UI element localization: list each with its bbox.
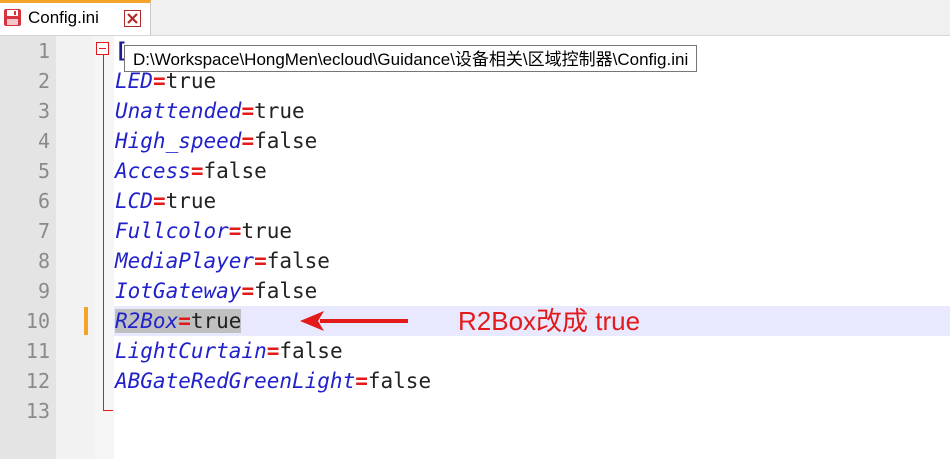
- config-value: false: [203, 159, 267, 183]
- fold-end: [103, 410, 113, 411]
- line-number: 11: [25, 339, 50, 363]
- code-line[interactable]: Access=false: [115, 156, 267, 186]
- config-key: LCD: [115, 189, 153, 213]
- line-number: 1: [37, 39, 50, 63]
- code-line[interactable]: Fullcolor=true: [115, 216, 292, 246]
- code-line[interactable]: LCD=true: [115, 186, 216, 216]
- tab-config-ini[interactable]: Config.ini: [0, 0, 151, 35]
- config-value: false: [367, 369, 432, 393]
- line-number: 5: [37, 159, 50, 183]
- code-line[interactable]: LightCurtain=false: [115, 336, 343, 366]
- line-number: 8: [37, 249, 50, 273]
- file-path-tooltip: D:\Workspace\HongMen\ecloud\Guidance\设备相…: [124, 45, 698, 72]
- equals-sign: =: [178, 309, 191, 333]
- config-value: false: [266, 249, 330, 273]
- config-value: true: [241, 219, 293, 243]
- fold-minus-icon[interactable]: [96, 42, 109, 55]
- change-marker: [84, 307, 88, 335]
- config-key: Unattended: [115, 99, 242, 123]
- equals-sign: =: [228, 219, 242, 243]
- config-key: Access: [115, 159, 191, 183]
- config-value: true: [190, 309, 242, 333]
- fold-line: [103, 52, 104, 411]
- config-key: ABGateRedGreenLight: [115, 369, 356, 393]
- equals-sign: =: [241, 99, 255, 123]
- config-key: High_speed: [115, 129, 242, 153]
- line-number: 4: [37, 129, 50, 153]
- config-key: IotGateway: [115, 279, 242, 303]
- equals-sign: =: [241, 279, 255, 303]
- code-line[interactable]: ABGateRedGreenLight=false: [115, 366, 431, 396]
- equals-sign: =: [254, 249, 267, 273]
- line-number: 3: [37, 99, 50, 123]
- config-value: false: [254, 279, 318, 303]
- config-key: MediaPlayer: [115, 249, 255, 273]
- equals-sign: =: [241, 129, 255, 153]
- line-number: 9: [37, 279, 50, 303]
- config-value: true: [254, 99, 305, 123]
- config-key: R2Box: [115, 309, 179, 333]
- fold-margin[interactable]: [94, 36, 114, 459]
- equals-sign: =: [152, 189, 166, 213]
- equals-sign: =: [355, 369, 368, 393]
- bookmark-margin[interactable]: [56, 36, 94, 459]
- line-number: 13: [25, 399, 50, 423]
- line-number: 12: [25, 369, 50, 393]
- annotation-text: R2Box改成 true: [458, 306, 641, 336]
- tab-title: Config.ini: [28, 8, 99, 27]
- code-line[interactable]: High_speed=false: [115, 126, 317, 156]
- line-number: 6: [37, 189, 50, 213]
- arrow-icon: [300, 311, 408, 331]
- config-value: true: [165, 189, 217, 213]
- config-key: LightCurtain: [115, 339, 267, 363]
- save-icon: [4, 9, 21, 26]
- config-key: Fullcolor: [115, 219, 229, 243]
- config-value: false: [279, 339, 343, 363]
- config-value: false: [254, 129, 318, 153]
- line-number: 10: [25, 309, 50, 333]
- line-number: 7: [37, 219, 50, 243]
- tab-bar: Config.ini: [0, 0, 950, 36]
- equals-sign: =: [190, 159, 204, 183]
- code-line[interactable]: R2Box=true: [115, 306, 242, 336]
- code-line[interactable]: Unattended=true: [115, 96, 305, 126]
- line-number: 2: [37, 69, 50, 93]
- close-icon[interactable]: [124, 10, 141, 27]
- equals-sign: =: [266, 339, 280, 363]
- code-line[interactable]: IotGateway=false: [115, 276, 317, 306]
- code-line[interactable]: MediaPlayer=false: [115, 246, 330, 276]
